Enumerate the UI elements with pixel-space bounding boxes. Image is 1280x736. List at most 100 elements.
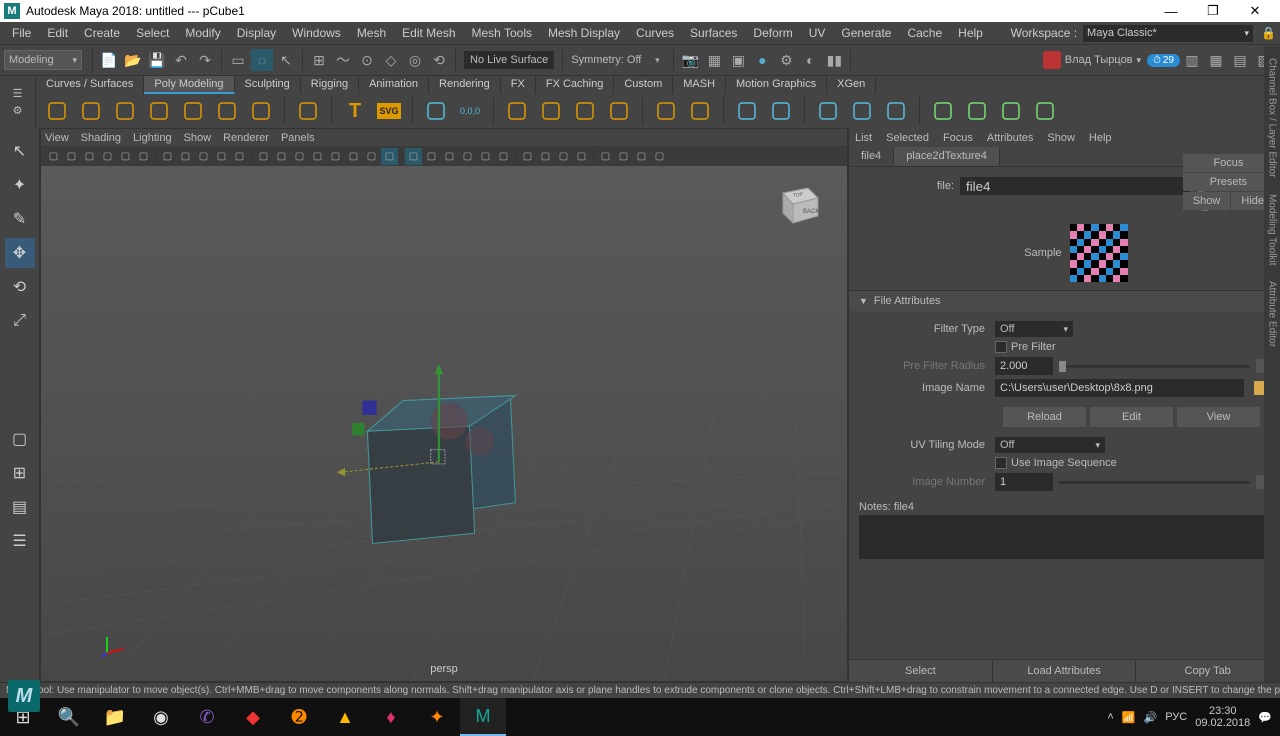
shelf-tab-sculpting[interactable]: Sculpting xyxy=(235,76,301,94)
snap-curve-icon[interactable]: 〜 xyxy=(332,49,354,71)
user-account[interactable]: Влад Тырцов 29 xyxy=(1043,51,1180,69)
shelf-options-icon[interactable]: ⚙ xyxy=(13,104,23,117)
vp-icon-0[interactable]: ▢ xyxy=(45,148,62,165)
shelf-soccer-icon[interactable] xyxy=(651,96,681,126)
close-button[interactable]: ✕ xyxy=(1234,0,1276,22)
shelf-tab-mash[interactable]: MASH xyxy=(673,76,726,94)
shelf-pipe-icon[interactable] xyxy=(502,96,532,126)
vp-icon-9[interactable]: ▢ xyxy=(195,148,212,165)
shelf-svg-icon[interactable]: SVG xyxy=(374,96,404,126)
cube-object[interactable] xyxy=(337,364,516,544)
snap-toggle-icon[interactable]: ⟲ xyxy=(428,49,450,71)
shelf-sphere-icon[interactable] xyxy=(42,96,72,126)
menu-cache[interactable]: Cache xyxy=(899,24,950,42)
vp-icon-11[interactable]: ▢ xyxy=(231,148,248,165)
vp-icon-36[interactable]: ▢ xyxy=(633,148,650,165)
menu-windows[interactable]: Windows xyxy=(284,24,349,42)
reload-button[interactable]: Reload xyxy=(1003,407,1086,427)
shelf-0,0,0-icon[interactable]: 0,0,0 xyxy=(455,96,485,126)
menu-generate[interactable]: Generate xyxy=(833,24,899,42)
shelf-mirror-icon[interactable] xyxy=(732,96,762,126)
menu-modify[interactable]: Modify xyxy=(177,24,228,42)
copy-tab-button[interactable]: Copy Tab xyxy=(1136,660,1280,682)
shelf-tab-curves-surfaces[interactable]: Curves / Surfaces xyxy=(36,76,144,94)
outliner-icon[interactable]: ☰ xyxy=(5,526,35,556)
vp-icon-25[interactable]: ▢ xyxy=(459,148,476,165)
menu-select[interactable]: Select xyxy=(128,24,177,42)
vtab-channelbox[interactable]: Channel Box / Layer Editor xyxy=(1266,50,1279,186)
vp-icon-22[interactable]: ▢ xyxy=(405,148,422,165)
shelf-helix-icon[interactable] xyxy=(536,96,566,126)
shelf-disc-icon[interactable] xyxy=(246,96,276,126)
maximize-button[interactable]: ❐ xyxy=(1192,0,1234,22)
shelf-platonic-icon[interactable] xyxy=(293,96,323,126)
vp-menu-view[interactable]: View xyxy=(45,132,69,144)
vp-icon-34[interactable]: ▢ xyxy=(597,148,614,165)
app-red-icon[interactable]: ◆ xyxy=(230,698,276,736)
presets-button[interactable]: Presets xyxy=(1183,173,1274,191)
vp-icon-26[interactable]: ▢ xyxy=(477,148,494,165)
shelf-merge-icon[interactable] xyxy=(962,96,992,126)
vp-icon-35[interactable]: ▢ xyxy=(615,148,632,165)
shelf-torus-icon[interactable] xyxy=(178,96,208,126)
menu-mesh[interactable]: Mesh xyxy=(349,24,394,42)
shelf-cylinder-icon[interactable] xyxy=(110,96,140,126)
select-tool-icon[interactable]: ↖ xyxy=(5,136,35,166)
shelf-combine-icon[interactable] xyxy=(766,96,796,126)
tray-network-icon[interactable]: 📶 xyxy=(1122,711,1136,724)
attr-tab-file4[interactable]: file4 xyxy=(849,147,894,166)
app-orange-icon[interactable]: ➋ xyxy=(276,698,322,736)
shelf-superellipse-icon[interactable] xyxy=(421,96,451,126)
maya-taskbar-icon[interactable]: M xyxy=(460,698,506,736)
view-button[interactable]: View xyxy=(1177,407,1260,427)
panel-toggle-2-icon[interactable]: ▦ xyxy=(1205,49,1227,71)
lasso-select-icon[interactable]: ◌ xyxy=(251,49,273,71)
vp-icon-31[interactable]: ▢ xyxy=(555,148,572,165)
layout-single-icon[interactable]: ▢ xyxy=(5,424,35,454)
tray-volume-icon[interactable]: 🔊 xyxy=(1144,711,1158,724)
image-name-input[interactable] xyxy=(995,379,1244,397)
vp-icon-24[interactable]: ▢ xyxy=(441,148,458,165)
symmetry-dropdown-icon[interactable] xyxy=(646,49,668,71)
vp-icon-19[interactable]: ▢ xyxy=(363,148,380,165)
select-mode-icon[interactable]: ▭ xyxy=(227,49,249,71)
tray-language[interactable]: РУС xyxy=(1165,711,1187,723)
vp-icon-18[interactable]: ▢ xyxy=(345,148,362,165)
file-attributes-header[interactable]: ▼File Attributes xyxy=(849,291,1280,311)
move-tool-icon[interactable]: ✥ xyxy=(5,238,35,268)
lock-icon[interactable]: 🔒 xyxy=(1261,26,1276,40)
texture-swatch[interactable] xyxy=(1070,224,1128,282)
render-globe-icon[interactable]: ● xyxy=(751,49,773,71)
notification-badge[interactable]: 29 xyxy=(1147,54,1180,67)
shelf-tab-poly-modeling[interactable]: Poly Modeling xyxy=(144,76,234,94)
lasso-tool-icon[interactable]: ✦ xyxy=(5,170,35,200)
app-pink-icon[interactable]: ♦ xyxy=(368,698,414,736)
snap-live-icon[interactable]: ◎ xyxy=(404,49,426,71)
attr-menu-list[interactable]: List xyxy=(855,132,872,144)
vp-menu-shading[interactable]: Shading xyxy=(81,132,121,144)
shelf-tab-custom[interactable]: Custom xyxy=(614,76,673,94)
menu-curves[interactable]: Curves xyxy=(628,24,682,42)
rotate-tool-icon[interactable]: ⟲ xyxy=(5,272,35,302)
shelf-cone-icon[interactable] xyxy=(144,96,174,126)
shelf-bridge-icon[interactable] xyxy=(847,96,877,126)
image-sequence-checkbox[interactable] xyxy=(995,457,1007,469)
shelf-gear-icon[interactable] xyxy=(570,96,600,126)
viewcube[interactable]: BACK TOP xyxy=(773,178,823,228)
vp-icon-5[interactable]: ▢ xyxy=(135,148,152,165)
load-attributes-button[interactable]: Load Attributes xyxy=(993,660,1137,682)
menu-surfaces[interactable]: Surfaces xyxy=(682,24,745,42)
menu-edit[interactable]: Edit xyxy=(39,24,76,42)
shelf-target-icon[interactable] xyxy=(996,96,1026,126)
vp-icon-20[interactable]: ▢ xyxy=(381,148,398,165)
attr-tab-place2d[interactable]: place2dTexture4 xyxy=(894,147,1000,166)
menu-file[interactable]: File xyxy=(4,24,39,42)
attr-menu-selected[interactable]: Selected xyxy=(886,132,929,144)
tray-notifications-icon[interactable]: 💬 xyxy=(1258,711,1272,724)
shelf-bevel-icon[interactable] xyxy=(813,96,843,126)
vp-icon-4[interactable]: ▢ xyxy=(117,148,134,165)
shelf-tab-fx-caching[interactable]: FX Caching xyxy=(536,76,614,94)
render-view-icon[interactable]: ▣ xyxy=(727,49,749,71)
render-icon[interactable]: 📷 xyxy=(679,49,701,71)
module-combo[interactable]: Modeling xyxy=(4,50,82,70)
